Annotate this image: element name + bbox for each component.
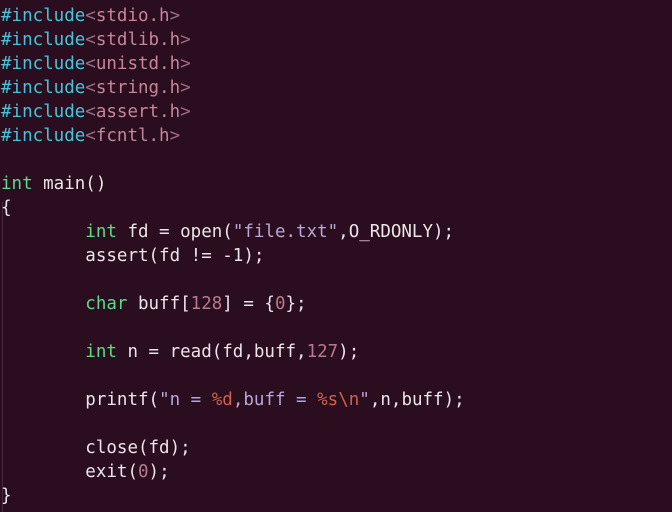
preprocessor-include-keyword: #include [1, 78, 86, 98]
printf-call-suffix: ,n,buff); [369, 390, 465, 410]
angle-bracket-close: > [180, 54, 191, 74]
source-code-block[interactable]: #include<stdio.h> #include<stdlib.h> #incl… [0, 0, 465, 508]
buff-decl-prefix: buff[ [127, 294, 191, 314]
angle-bracket-close: > [180, 102, 191, 122]
code-line-11: assert(fd != -1); [1, 244, 465, 268]
function-name-main: main() [32, 174, 107, 194]
code-line-18-blank [1, 412, 465, 436]
header-name-unistd: unistd.h [95, 54, 181, 74]
angle-bracket-close: > [180, 78, 191, 98]
format-specifier-percent-d: %d [211, 390, 233, 410]
code-line-10: int fd = open("file.txt",O_RDONLY); [1, 220, 465, 244]
code-line-1: #include<stdio.h> [1, 4, 465, 28]
code-line-4: #include<string.h> [1, 76, 465, 100]
code-line-8: int main() [1, 172, 465, 196]
angle-bracket-close: > [169, 126, 181, 146]
code-line-19: close(fd); [1, 436, 465, 460]
keyword-int: int [85, 342, 117, 362]
format-string-part-2: ,buff = [232, 390, 318, 410]
code-editor-pane[interactable]: #include<stdio.h> #include<stdlib.h> #incl… [0, 0, 672, 512]
string-quote-open: " [159, 390, 170, 410]
string-quote-close: " [359, 390, 370, 410]
header-name-stdlib: stdlib.h [95, 30, 181, 50]
escape-sequence-newline: \n [338, 390, 360, 410]
open-call-suffix: ,O_RDONLY); [338, 222, 455, 242]
preprocessor-include-keyword: #include [1, 30, 86, 50]
exit-call-suffix: ); [148, 462, 170, 482]
brace-open-main: { [1, 198, 12, 218]
header-name-stdio: stdio.h [95, 6, 170, 26]
code-line-15: int n = read(fd,buff,127); [1, 340, 465, 364]
angle-bracket-open: < [85, 54, 96, 74]
header-name-fcntl: fcntl.h [95, 126, 170, 146]
exit-call-prefix: exit( [85, 462, 138, 482]
angle-bracket-open: < [85, 126, 96, 146]
close-call-statement: close(fd); [85, 438, 191, 458]
code-line-2: #include<stdlib.h> [1, 28, 465, 52]
code-line-6: #include<fcntl.h> [1, 124, 465, 148]
keyword-int: int [85, 222, 117, 242]
code-line-5: #include<assert.h> [1, 100, 465, 124]
preprocessor-include-keyword: #include [1, 102, 86, 122]
code-line-17: printf("n = %d,buff = %s\n",n,buff); [1, 388, 465, 412]
printf-call-prefix: printf( [85, 390, 160, 410]
preprocessor-include-keyword: #include [1, 6, 86, 26]
format-specifier-percent-s: %s [317, 390, 339, 410]
string-literal-filename: "file.txt" [232, 222, 339, 242]
code-line-9: { [1, 196, 465, 220]
header-name-assert: assert.h [95, 102, 181, 122]
preprocessor-include-keyword: #include [1, 54, 86, 74]
code-line-20: exit(0); [1, 460, 465, 484]
buff-decl-middle: ] = { [222, 294, 275, 314]
assert-statement: assert(fd != -1); [85, 246, 265, 266]
angle-bracket-open: < [85, 78, 96, 98]
open-call-prefix: fd = open( [116, 222, 233, 242]
code-line-21: } [1, 484, 465, 508]
read-call-prefix: n = read(fd,buff, [116, 342, 307, 362]
keyword-char: char [85, 294, 128, 314]
brace-close-main: } [1, 486, 12, 506]
read-call-suffix: ); [338, 342, 360, 362]
code-line-3: #include<unistd.h> [1, 52, 465, 76]
number-literal-127: 127 [306, 342, 339, 362]
code-line-13: char buff[128] = {0}; [1, 292, 465, 316]
keyword-int: int [1, 174, 33, 194]
angle-bracket-open: < [85, 6, 96, 26]
code-line-16-blank [1, 364, 465, 388]
angle-bracket-open: < [85, 102, 96, 122]
code-line-12-blank [1, 268, 465, 292]
code-line-14-blank [1, 316, 465, 340]
header-name-string: string.h [95, 78, 181, 98]
code-line-7-blank [1, 148, 465, 172]
number-literal-exit-code: 0 [137, 462, 149, 482]
format-string-part-1: n = [169, 390, 212, 410]
angle-bracket-open: < [85, 30, 96, 50]
preprocessor-include-keyword: #include [1, 126, 86, 146]
angle-bracket-close: > [169, 6, 181, 26]
angle-bracket-close: > [180, 30, 191, 50]
number-literal-zero: 0 [274, 294, 286, 314]
buff-decl-suffix: }; [285, 294, 307, 314]
number-literal-128: 128 [190, 294, 223, 314]
